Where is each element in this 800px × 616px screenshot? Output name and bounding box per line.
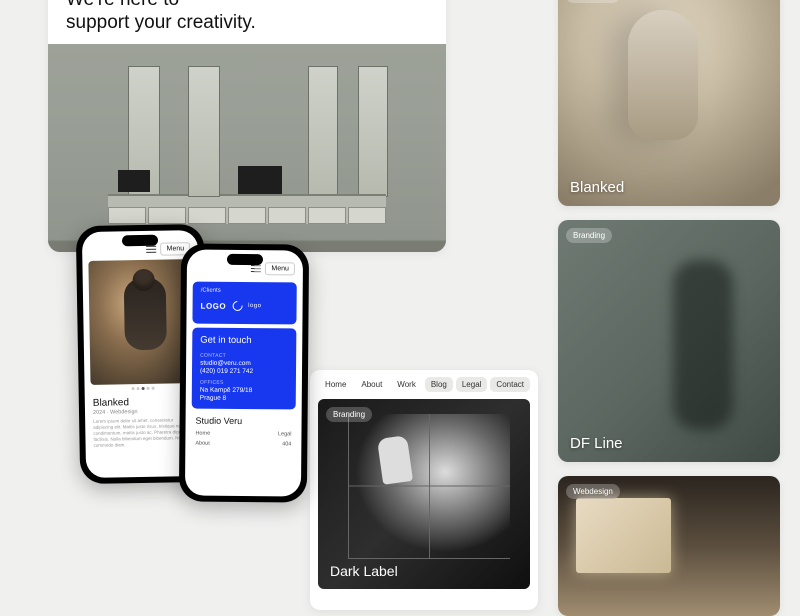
nav-contact[interactable]: Contact	[490, 377, 530, 392]
contact-card: Get in touch CONTACT studio@veru.com (42…	[192, 328, 297, 410]
contact-email[interactable]: studio@veru.com	[200, 360, 288, 368]
hamburger-icon[interactable]	[251, 265, 261, 272]
client-logo: logo	[248, 303, 261, 309]
nav-legal[interactable]: Legal	[456, 377, 488, 392]
project-title: Blanked	[570, 179, 624, 196]
creativity-card: We're here to support your creativity.	[48, 0, 446, 252]
headline-l2: support your creativity.	[66, 12, 256, 33]
project-card-webdesign[interactable]: Webdesign	[558, 476, 780, 616]
window-silhouette	[348, 414, 510, 559]
hamburger-icon[interactable]	[147, 246, 157, 253]
window-graphic	[308, 66, 338, 197]
crate-graphic	[238, 166, 282, 194]
category-badge: Webdesign	[566, 484, 620, 499]
category-badge: Branding	[566, 228, 612, 243]
phone-notch	[227, 254, 263, 265]
shelf-graphic	[108, 194, 386, 224]
contact-phone[interactable]: (420) 019 271 742	[200, 368, 288, 376]
spiral-icon	[230, 299, 244, 313]
creativity-headline: We're here to support your creativity.	[48, 0, 446, 44]
studio-name: Studio Veru	[186, 408, 302, 429]
get-in-touch-heading: Get in touch	[200, 335, 288, 347]
project-card-dfline[interactable]: Branding DF Line	[558, 220, 780, 462]
contact-label: CONTACT	[200, 353, 288, 360]
headline-l1: We're here to	[66, 0, 179, 10]
studio-photo	[48, 44, 446, 252]
hand-silhouette	[377, 435, 413, 485]
footer-about[interactable]: About	[195, 441, 209, 447]
offices-label: OFFICES	[200, 380, 288, 387]
window-graphic	[358, 66, 388, 197]
category-badge: Webdesign	[566, 0, 620, 3]
address-line: Prague 8	[200, 395, 288, 403]
portrait-photo	[88, 259, 194, 385]
nav-about[interactable]: About	[355, 377, 388, 392]
footer-404[interactable]: 404	[282, 441, 291, 447]
nav-blog[interactable]: Blog	[425, 377, 453, 392]
nav-home[interactable]: Home	[319, 377, 352, 392]
project-title: Dark Label	[330, 563, 398, 579]
footer-legal[interactable]: Legal	[278, 431, 292, 437]
crate-graphic	[118, 170, 150, 192]
browser-preview: Home About Work Blog Legal Contact Brand…	[310, 370, 538, 610]
phone-notch	[122, 235, 158, 247]
project-title: DF Line	[570, 435, 623, 452]
site-nav: Home About Work Blog Legal Contact	[310, 370, 538, 399]
nav-work[interactable]: Work	[391, 377, 422, 392]
dark-label-hero[interactable]: Branding Dark Label	[318, 399, 530, 589]
phone-screen: Menu /Clients LOGO logo Get in touch CON…	[185, 249, 303, 496]
mobile-footer: About 404	[185, 438, 301, 449]
client-logo: LOGO	[201, 301, 227, 310]
footer-home[interactable]: Home	[195, 431, 210, 437]
category-badge: Branding	[326, 407, 372, 422]
client-logos: LOGO logo	[201, 298, 289, 315]
menu-button[interactable]: Menu	[265, 262, 295, 275]
address-line: Na Kampě 279/18	[200, 387, 288, 395]
project-card-blanked[interactable]: Webdesign Blanked	[558, 0, 780, 206]
clients-card: /Clients LOGO logo	[192, 282, 296, 325]
phone-mockup-contact: Menu /Clients LOGO logo Get in touch CON…	[179, 243, 309, 502]
section-label: /Clients	[201, 288, 289, 295]
